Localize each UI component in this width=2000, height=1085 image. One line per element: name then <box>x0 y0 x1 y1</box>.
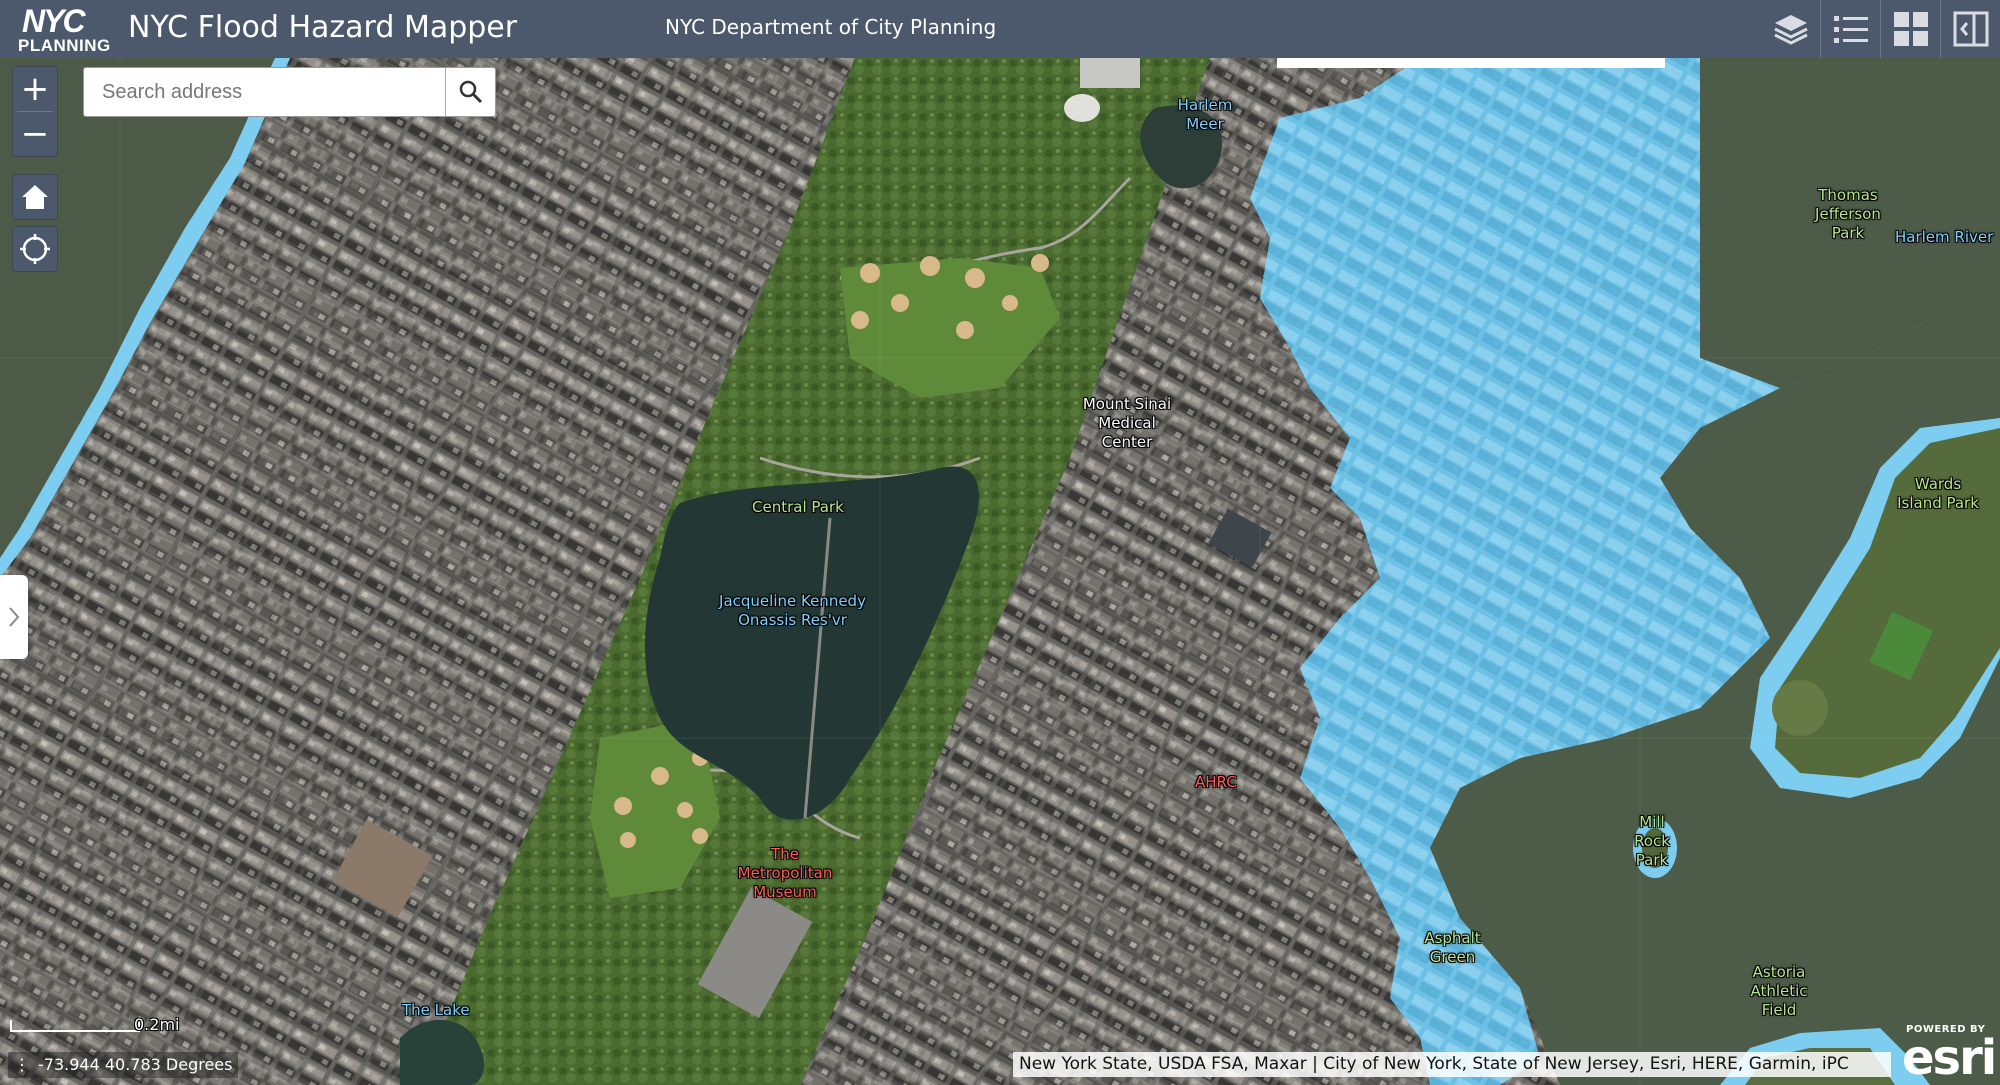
header-separator <box>1820 0 1821 58</box>
app-header: NYC PLANNING NYC Flood Hazard Mapper NYC… <box>0 0 2000 58</box>
home-icon <box>22 185 48 209</box>
map-view[interactable]: Harlem Meer Thomas Jefferson Park Harlem… <box>0 58 2000 1085</box>
scale-bar-line <box>10 1020 140 1032</box>
app-title: NYC Flood Hazard Mapper <box>128 10 518 45</box>
legend-button[interactable] <box>1823 0 1879 58</box>
layers-button[interactable] <box>1763 0 1819 58</box>
label-the-met: The Metropolitan Museum <box>735 845 835 902</box>
home-button[interactable] <box>13 175 57 219</box>
label-astoria-athletic-field-text: Astoria Athletic Field <box>1750 963 1808 1019</box>
basemap-gallery-icon <box>1894 12 1928 46</box>
logo-planning-text: PLANNING <box>18 36 111 55</box>
coordinate-readout[interactable]: ⋮ -73.944 40.783 Degrees <box>8 1052 239 1078</box>
header-separator <box>1940 0 1941 58</box>
legend-list-icon <box>1834 16 1868 43</box>
label-asphalt-green: Asphalt Green <box>1420 929 1485 967</box>
label-mill-rock-park-text: Mill Rock Park <box>1634 813 1670 869</box>
label-mill-rock-park: Mill Rock Park <box>1628 813 1676 870</box>
esri-logo[interactable]: POWERED BY esri <box>1898 1022 1997 1085</box>
nyc-planning-logo[interactable]: NYC PLANNING <box>16 3 112 55</box>
app-subtitle: NYC Department of City Planning <box>665 15 997 39</box>
top-panel-edge <box>1277 58 1665 68</box>
zoom-out-button[interactable]: − <box>13 112 57 156</box>
locate-button[interactable] <box>13 227 57 271</box>
search-input[interactable] <box>84 68 446 116</box>
expand-panel-tab[interactable] <box>0 575 28 659</box>
label-ahrc: AHRC <box>1195 773 1237 791</box>
scale-bar: 0.2mi <box>10 1015 179 1034</box>
search-button[interactable] <box>445 68 495 116</box>
label-harlem-meer: Harlem Meer <box>1175 96 1235 134</box>
chevron-right-icon <box>9 607 20 627</box>
label-central-park: Central Park <box>752 498 844 516</box>
label-asphalt-green-text: Asphalt Green <box>1424 929 1481 966</box>
address-search <box>83 67 496 117</box>
label-mount-sinai: Mount Sinai Medical Center <box>1082 395 1172 452</box>
label-astoria-athletic-field: Astoria Athletic Field <box>1745 963 1813 1020</box>
panel-toggle-icon <box>1953 11 1989 47</box>
label-harlem-meer-text: Harlem Meer <box>1177 96 1233 133</box>
header-separator <box>1880 0 1881 58</box>
label-the-met-text: The Metropolitan Museum <box>737 845 833 901</box>
label-harlem-river: Harlem River <box>1895 228 1994 246</box>
coordinate-text: -73.944 40.783 Degrees <box>38 1055 233 1074</box>
label-wards-island-park-text: Wards Island Park <box>1897 475 1979 512</box>
search-icon <box>459 80 482 104</box>
locate-icon <box>20 234 50 264</box>
label-thomas-jefferson-park: Thomas Jefferson Park <box>1810 186 1886 243</box>
label-mount-sinai-text: Mount Sinai Medical Center <box>1082 395 1172 451</box>
label-the-lake: The Lake <box>402 1001 470 1019</box>
logo-nyc-text: NYC <box>22 3 86 39</box>
panel-toggle-button[interactable] <box>1943 0 1999 58</box>
map-attribution[interactable]: New York State, USDA FSA, Maxar | City o… <box>1013 1052 1891 1077</box>
zoom-control: + − <box>12 66 58 157</box>
layers-icon <box>1774 15 1808 45</box>
zoom-in-button[interactable]: + <box>13 67 57 111</box>
basemap-gallery-button[interactable] <box>1883 0 1939 58</box>
satellite-basemap <box>0 58 2000 1085</box>
scale-label: 0.2mi <box>134 1015 180 1034</box>
label-thomas-jefferson-park-text: Thomas Jefferson Park <box>1815 186 1881 242</box>
esri-brand: esri <box>1902 1030 1997 1085</box>
home-control <box>12 174 58 220</box>
label-reservoir: Jacqueline Kennedy Onassis Res'vr <box>710 592 875 630</box>
locate-control <box>12 226 58 272</box>
crosshair-icon: ⋮ <box>14 1055 30 1074</box>
label-wards-island-park: Wards Island Park <box>1893 475 1983 513</box>
label-reservoir-text: Jacqueline Kennedy Onassis Res'vr <box>719 592 866 629</box>
